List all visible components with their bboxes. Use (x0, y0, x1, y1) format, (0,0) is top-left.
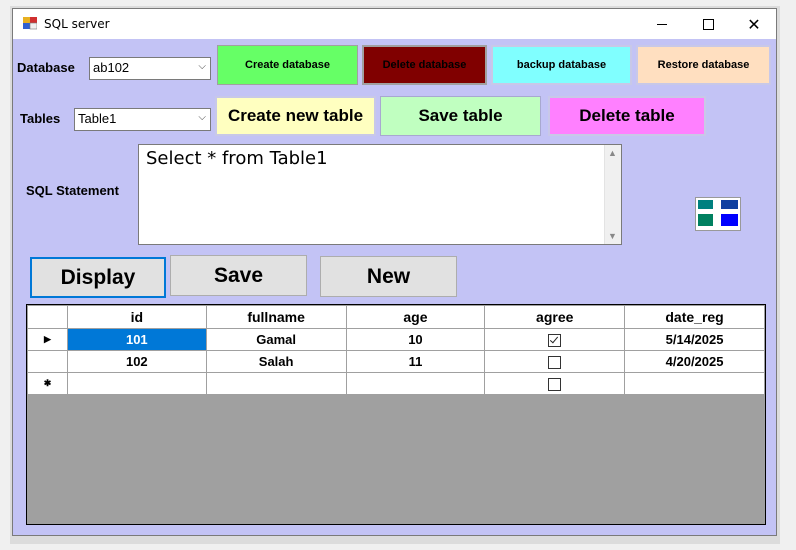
cell-age[interactable]: 11 (345, 350, 486, 373)
cell-date-reg[interactable] (624, 372, 765, 395)
create-table-button[interactable]: Create new table (215, 96, 376, 136)
sql-statement-textbox[interactable]: Select * from Table1 ▲ ▼ (138, 144, 622, 245)
chevron-down-icon[interactable]: ⌵ (198, 112, 206, 123)
column-header-id[interactable]: id (66, 305, 207, 329)
grid-table: id fullname age agree date_reg ▶ 101 Gam… (27, 305, 765, 395)
delete-table-button[interactable]: Delete table (548, 96, 706, 136)
app-icon (23, 17, 37, 30)
row-header[interactable] (27, 350, 68, 373)
column-header-age[interactable]: age (345, 305, 486, 329)
main-window: SQL server ✕ Database ab102 ⌵ Create dat… (12, 8, 777, 536)
backup-database-button[interactable]: backup database (491, 45, 632, 85)
cell-id[interactable]: 101 (66, 328, 207, 351)
cell-id[interactable]: 102 (66, 350, 207, 373)
tables-value: Table1 (78, 111, 117, 126)
database-value: ab102 (93, 60, 130, 75)
agree-checkbox[interactable] (548, 378, 562, 392)
row-header-corner[interactable] (27, 305, 68, 329)
minimize-button[interactable] (639, 9, 685, 39)
save-button[interactable]: Save (170, 255, 307, 296)
table-row[interactable]: 102 Salah 11 4/20/2025 (27, 350, 765, 373)
current-row-arrow-icon[interactable]: ▶ (27, 328, 68, 351)
cell-date-reg[interactable]: 4/20/2025 (624, 350, 765, 373)
cell-fullname[interactable]: Gamal (205, 328, 347, 351)
scroll-down-icon[interactable]: ▼ (608, 231, 617, 241)
table-row[interactable]: ▶ 101 Gamal 10 5/14/2025 (27, 328, 765, 351)
cell-date-reg[interactable]: 5/14/2025 (624, 328, 765, 351)
create-database-button[interactable]: Create database (217, 45, 358, 85)
new-row[interactable]: ✱ (27, 372, 765, 395)
cell-agree[interactable] (484, 372, 626, 395)
close-button[interactable]: ✕ (731, 9, 776, 39)
delete-database-button[interactable]: Delete database (362, 45, 487, 85)
data-grid[interactable]: id fullname age agree date_reg ▶ 101 Gam… (26, 304, 766, 525)
sql-statement-text: Select * from Table1 (146, 148, 328, 169)
restore-database-button[interactable]: Restore database (636, 45, 771, 85)
display-button[interactable]: Display (30, 257, 166, 298)
cell-fullname[interactable] (205, 372, 347, 395)
maximize-button[interactable] (685, 9, 731, 39)
column-header-agree[interactable]: agree (484, 305, 626, 329)
cell-agree[interactable] (484, 350, 626, 373)
scroll-up-icon[interactable]: ▲ (608, 148, 617, 158)
database-label: Database (17, 60, 75, 75)
agree-checkbox[interactable] (548, 334, 562, 348)
column-header-fullname[interactable]: fullname (205, 305, 347, 329)
sql-scrollbar[interactable]: ▲ ▼ (604, 145, 621, 244)
sql-statement-label: SQL Statement (26, 183, 119, 198)
database-combobox[interactable]: ab102 ⌵ (89, 57, 211, 80)
title-bar[interactable]: SQL server ✕ (13, 9, 776, 39)
cell-age[interactable]: 10 (345, 328, 486, 351)
cell-agree[interactable] (484, 328, 626, 351)
cell-age[interactable] (345, 372, 486, 395)
tables-combobox[interactable]: Table1 ⌵ (74, 108, 211, 131)
close-icon: ✕ (747, 14, 761, 34)
agree-checkbox[interactable] (548, 356, 562, 370)
grid-header-row: id fullname age agree date_reg (27, 305, 765, 329)
tables-label: Tables (20, 111, 61, 126)
new-row-asterisk-icon[interactable]: ✱ (27, 372, 68, 395)
new-button[interactable]: New (320, 256, 457, 297)
maximize-icon (702, 18, 714, 30)
layout-icon[interactable] (695, 197, 741, 231)
cell-fullname[interactable]: Salah (205, 350, 347, 373)
save-table-button[interactable]: Save table (380, 96, 541, 136)
minimize-icon (657, 23, 667, 25)
cell-id[interactable] (66, 372, 207, 395)
chevron-down-icon[interactable]: ⌵ (198, 61, 206, 72)
column-header-date-reg[interactable]: date_reg (624, 305, 765, 329)
window-title: SQL server (44, 17, 110, 31)
